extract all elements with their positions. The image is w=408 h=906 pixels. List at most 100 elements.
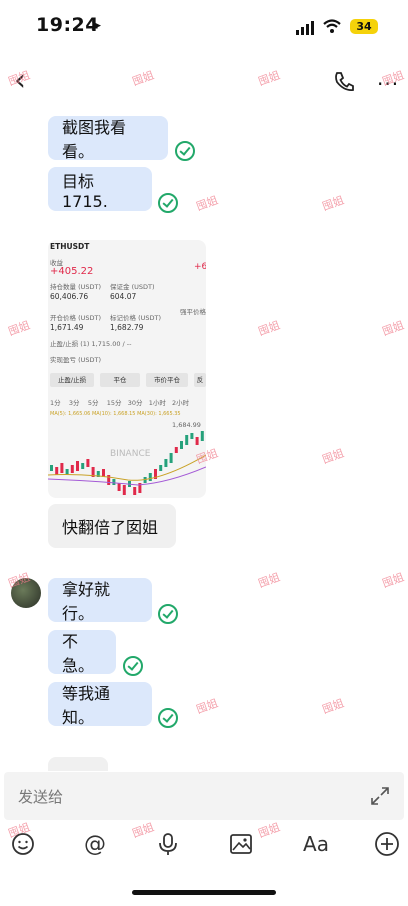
watermark: 囤姐	[320, 696, 346, 717]
input-placeholder: 发送给	[18, 788, 64, 806]
candle	[122, 485, 126, 495]
read-check-icon	[158, 604, 178, 624]
message-bubble-incoming[interactable]: 快翻倍了囡姐	[48, 504, 176, 548]
candle	[81, 463, 85, 469]
candle	[70, 465, 74, 473]
watermark: 囤姐	[380, 570, 406, 591]
mark-value: 1,682.79	[110, 323, 144, 332]
candle	[133, 487, 137, 495]
watermark: 囤姐	[380, 318, 406, 339]
read-check-icon	[158, 193, 178, 213]
message-text: 截图我看看。	[62, 118, 127, 161]
watermark: 囤姐	[256, 820, 282, 841]
interval-3m: 3分	[68, 399, 80, 407]
expand-icon[interactable]	[370, 786, 390, 810]
message-text: 不急。	[62, 632, 95, 675]
candle	[159, 465, 163, 471]
message-bubble[interactable]: 不急。	[48, 630, 116, 675]
message-text: 等我通知。	[62, 684, 111, 727]
watermark: 囤姐	[256, 570, 282, 591]
message-input[interactable]: 发送给	[4, 772, 404, 820]
candle	[112, 479, 116, 485]
candle	[86, 459, 90, 467]
candle	[117, 483, 121, 491]
entry-label: 开仓价格 (USDT)	[50, 314, 101, 322]
interval-2h: 2小时	[172, 399, 190, 407]
candle	[169, 453, 173, 463]
ma-line: MA(5): 1,665.06 MA(10): 1,668.15 MA(30):…	[50, 411, 181, 417]
read-check-icon	[158, 708, 178, 728]
watermark: 囤姐	[6, 68, 32, 89]
reverse-button: 反	[194, 373, 206, 387]
interval-1m: 1分	[50, 399, 61, 407]
message-bubble[interactable]: 等我通知。	[48, 682, 152, 727]
interval-30m: 30分	[127, 399, 143, 407]
candle	[164, 459, 168, 467]
candle	[200, 431, 204, 441]
watermark: 囤姐	[130, 820, 156, 841]
message-bubble[interactable]: 目标1715.	[48, 167, 152, 211]
message-text: 拿好就行。	[62, 580, 111, 623]
watermark: 囤姐	[256, 318, 282, 339]
candlestick-chart	[48, 431, 206, 495]
candle	[55, 467, 59, 475]
size-value: 60,406.76	[50, 292, 89, 301]
add-icon[interactable]	[374, 831, 400, 857]
watermark: 囤姐	[320, 193, 346, 214]
watermark: 囤姐	[194, 696, 220, 717]
watermark: 囤姐	[380, 68, 406, 89]
voice-call-icon[interactable]	[332, 70, 356, 98]
read-check-icon	[123, 656, 143, 676]
microphone-icon[interactable]	[155, 831, 181, 857]
candle	[102, 469, 105, 477]
watermark: 囤姐	[130, 68, 156, 89]
watermark: 囤姐	[6, 318, 32, 339]
realized-label: 实现盈亏 (USDT)	[50, 356, 101, 364]
candle	[148, 473, 152, 481]
candle	[195, 437, 199, 445]
message-bubble[interactable]: 截图我看看。	[48, 116, 168, 161]
watermark: 囤姐	[256, 68, 282, 89]
symbol-label: ETHUSDT	[50, 242, 90, 251]
watermark: 囤姐	[320, 446, 346, 467]
location-arrow-icon: ➤	[90, 18, 102, 34]
close-button: 平仓	[100, 373, 140, 387]
candle	[185, 435, 189, 445]
mark-label: 标记价格 (USDT)	[110, 314, 161, 322]
trading-screenshot-image[interactable]: ETHUSDT 收益 +405.22 +6 持仓数量 (USDT) 60,406…	[48, 240, 206, 498]
signal-icon	[296, 20, 316, 39]
wifi-icon	[322, 18, 342, 38]
liq-label: 强平价格	[180, 308, 206, 316]
message-bubble[interactable]: 拿好就行。	[48, 578, 152, 623]
text-format-button[interactable]: Aa	[300, 831, 332, 857]
message-text: 目标1715.	[62, 171, 108, 211]
candle	[50, 465, 53, 471]
candle	[180, 441, 183, 449]
interval-15m: 15分	[106, 399, 122, 407]
interval-5m: 5分	[87, 399, 99, 407]
candle	[60, 463, 64, 473]
message-text: 快翻倍了囡姐	[62, 518, 159, 537]
read-check-icon	[175, 141, 195, 161]
image-icon[interactable]	[228, 831, 254, 857]
margin-value: 604.07	[110, 292, 137, 301]
emoji-icon[interactable]	[10, 831, 36, 857]
market-close-button: 市价平仓	[146, 373, 188, 387]
interval-1h: 1小时	[148, 399, 166, 407]
candle	[76, 461, 79, 471]
tpsl-button: 止盈/止损	[50, 373, 94, 387]
pnl-right: +6	[194, 262, 206, 272]
margin-label: 保证金 (USDT)	[110, 283, 155, 291]
size-label: 持仓数量 (USDT)	[50, 283, 101, 291]
watermark: 囤姐	[194, 193, 220, 214]
battery-indicator: 34	[350, 19, 378, 34]
tpsl-text: 止盈/止损 (1) 1,715.00 / --	[50, 340, 132, 348]
pnl-value: +405.22	[50, 266, 94, 277]
interval-row: 1分 3分 5分 15分 30分 1小时 2小时	[50, 397, 189, 407]
entry-value: 1,671.49	[50, 323, 84, 332]
candle	[107, 475, 111, 485]
mention-icon[interactable]: @	[82, 831, 108, 857]
candle	[190, 433, 194, 439]
message-bubble-partial	[48, 757, 108, 771]
candle	[174, 447, 178, 453]
